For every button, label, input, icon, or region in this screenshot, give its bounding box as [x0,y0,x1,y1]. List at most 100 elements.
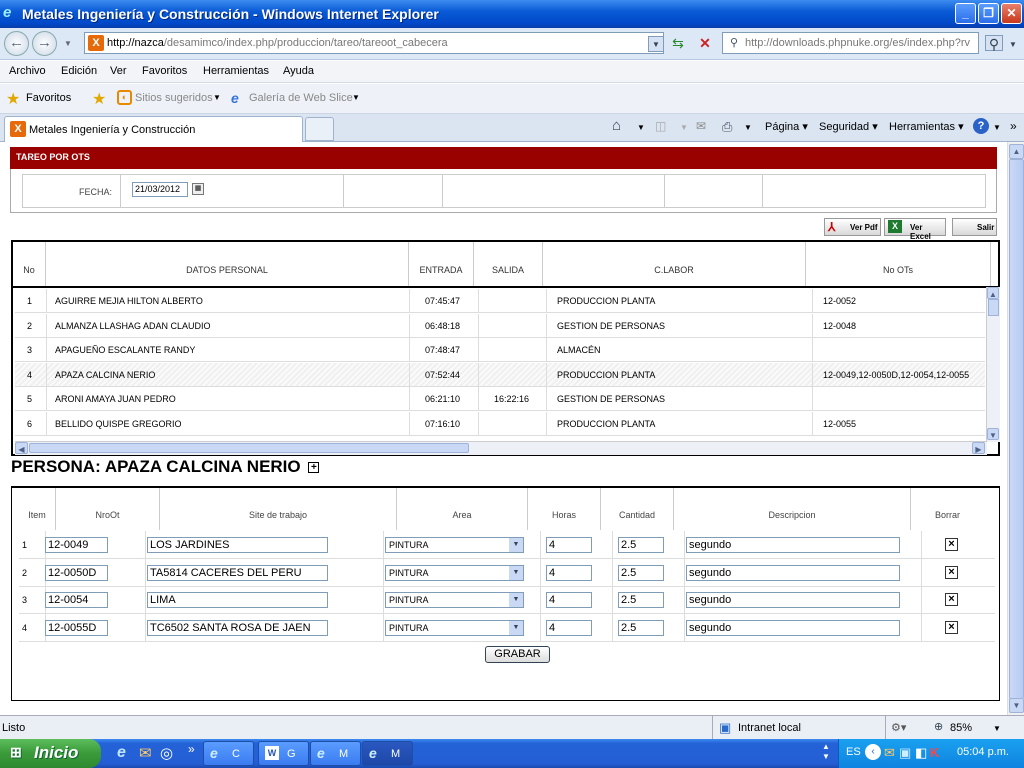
address-dropdown-icon[interactable]: ▼ [648,36,664,52]
area-select[interactable]: PINTURA ▼ [385,620,524,637]
ver-excel-button[interactable]: X Ver Excel [884,218,946,241]
zoom-level[interactable]: 85% [950,722,972,734]
feeds-dropdown-icon[interactable]: ▼ [680,123,688,132]
taskbar-button-g[interactable]: W G [258,741,309,766]
quicklaunch-ie-icon[interactable]: e [117,744,126,762]
zoom-icon[interactable]: ⊕ [934,720,943,733]
language-indicator[interactable]: ES [846,746,861,758]
table-hscroll-thumb[interactable] [29,443,469,453]
web-slice-gallery-link[interactable]: Galería de Web Slice [249,92,353,104]
nroot-input[interactable]: 12-0050D [45,564,108,581]
tray-app-icon[interactable]: ◧ [915,745,927,761]
address-bar[interactable]: X http://nazca/desamimco/index.php/produ… [84,32,664,54]
expand-plus-icon[interactable]: + [308,462,320,474]
menu-herramientas[interactable]: Herramientas [203,65,269,77]
favorites-button[interactable]: Favoritos [26,92,71,104]
web-slice-dropdown-icon[interactable]: ▼ [352,93,360,102]
taskbar-button-m1[interactable]: e M [310,741,361,766]
quicklaunch-mail-icon[interactable]: ✉ [139,744,152,762]
area-select[interactable]: PINTURA ▼ [385,537,524,553]
search-options-icon[interactable]: ▼ [1005,37,1021,53]
page-scroll-thumb[interactable] [1009,159,1024,699]
new-tab-button[interactable] [305,117,334,141]
page-scroll-up-icon[interactable]: ▲ [1009,144,1024,159]
refresh-icon[interactable]: ⇆ [670,35,686,51]
quicklaunch-more-icon[interactable]: » [188,742,195,756]
horas-input[interactable]: 4 [546,620,592,637]
area-select[interactable]: PINTURA ▼ [385,564,524,581]
page-scroll-down-icon[interactable]: ▼ [1009,698,1024,713]
area-select[interactable]: PINTURA ▼ [385,592,524,609]
table-row[interactable]: 5 ARONI AMAYA JUAN PEDRO 06:21:10 16:22:16 G… [15,387,985,411]
scroll-left-icon[interactable]: ◀ [15,442,28,454]
print-dropdown-icon[interactable]: ▼ [744,123,752,132]
descripcion-input[interactable]: segundo [686,592,900,609]
menu-favoritos[interactable]: Favoritos [142,65,187,77]
start-button[interactable]: ⊞ Inicio [0,739,101,768]
menu-archivo[interactable]: Archivo [9,65,46,77]
menu-ayuda[interactable]: Ayuda [283,65,314,77]
delete-row-icon[interactable]: × [945,565,958,579]
table-row[interactable]: 3 APAGUEÑO ESCALANTE RANDY 07:48:47 ALMACÉN [15,338,985,362]
cantidad-input[interactable]: 2.5 [618,537,664,553]
minimize-button[interactable]: _ [955,3,976,24]
calendar-icon[interactable]: ▦ [192,183,204,195]
descripcion-input[interactable]: segundo [686,620,900,637]
menu-ver[interactable]: Ver [110,65,127,77]
taskbar-button-c[interactable]: e C [203,741,254,766]
scroll-up-icon[interactable]: ▲ [987,287,999,299]
table-vertical-scrollbar[interactable]: ▲ ▼ [986,287,1000,442]
tray-expand-icon[interactable]: ‹ [865,744,881,760]
more-tools-icon[interactable]: » [1010,119,1017,133]
back-button[interactable]: ← [4,31,29,56]
descripcion-input[interactable]: segundo [686,564,900,581]
page-menu[interactable]: Página ▾ [765,120,808,133]
scroll-right-icon[interactable]: ▶ [972,442,985,454]
table-row[interactable]: 6 BELLIDO QUISPE GREGORIO 07:16:10 PRODUCCI… [15,411,985,436]
scroll-down-icon[interactable]: ▼ [987,428,999,440]
zoom-dropdown-icon[interactable]: ▼ [993,724,1001,733]
cantidad-input[interactable]: 2.5 [618,592,664,609]
close-window-button[interactable]: ✕ [1001,3,1022,24]
cantidad-input[interactable]: 2.5 [618,620,664,637]
feeds-icon[interactable]: ◫ [655,119,666,133]
print-icon[interactable]: ⎙ [722,119,732,135]
home-icon[interactable]: ⌂ [612,117,621,134]
page-vertical-scrollbar[interactable]: ▲ ▼ [1007,142,1024,715]
table-row[interactable]: 1 AGUIRRE MEJIA HILTON ALBERTO 07:45:47 PRO… [15,289,985,313]
ver-pdf-button[interactable]: ⅄ Ver Pdf [824,218,881,236]
protected-mode-icon[interactable]: ⚙▾ [891,721,906,734]
cantidad-input[interactable]: 2.5 [618,564,664,581]
stop-icon[interactable]: ✕ [697,35,713,51]
table-scroll-thumb[interactable] [988,299,999,316]
mail-icon[interactable]: ✉ [696,119,706,133]
home-dropdown-icon[interactable]: ▼ [637,123,645,132]
table-row[interactable]: 2 ALMANZA LLASHAG ADAN CLAUDIO 06:48:18 GES… [15,313,985,338]
menu-edicion[interactable]: Edición [61,65,97,77]
tab-active[interactable]: X Metales Ingeniería y Construcción [4,116,303,142]
clock[interactable]: 05:04 p.m. [957,746,1009,758]
window-title-bar[interactable]: e Metales Ingeniería y Construcción - Wi… [0,0,1024,28]
grabar-button[interactable]: GRABAR [485,646,550,663]
site-input[interactable]: LOS JARDINES [147,537,328,553]
security-menu[interactable]: Seguridad ▾ [819,120,878,133]
delete-row-icon[interactable]: × [945,621,958,635]
taskbar-scroll-icon[interactable]: ▲ ▼ [822,742,830,762]
maximize-button[interactable]: ❐ [978,3,999,24]
horas-input[interactable]: 4 [546,592,592,609]
help-icon[interactable]: ? [973,118,989,134]
site-input[interactable]: LIMA [147,592,328,609]
site-input[interactable]: TC6502 SANTA ROSA DE JAEN [147,620,328,637]
site-input[interactable]: TA5814 CACERES DEL PERU [147,564,328,581]
tray-antivirus-icon[interactable]: K [930,745,939,760]
nroot-input[interactable]: 12-0055D [45,620,108,637]
table-horizontal-scrollbar[interactable]: ◀ ▶ [15,441,987,455]
history-dropdown-icon[interactable]: ▼ [60,36,76,52]
nroot-input[interactable]: 12-0049 [45,537,108,553]
search-box[interactable]: ⚲ http://downloads.phpnuke.org/es/index.… [722,32,979,54]
quicklaunch-app-icon[interactable]: ◎ [160,744,173,762]
suggested-sites-link[interactable]: Sitios sugeridos [135,92,213,104]
help-dropdown-icon[interactable]: ▼ [993,123,1001,132]
delete-row-icon[interactable]: × [945,538,958,551]
taskbar-button-m2[interactable]: e M [362,741,413,766]
